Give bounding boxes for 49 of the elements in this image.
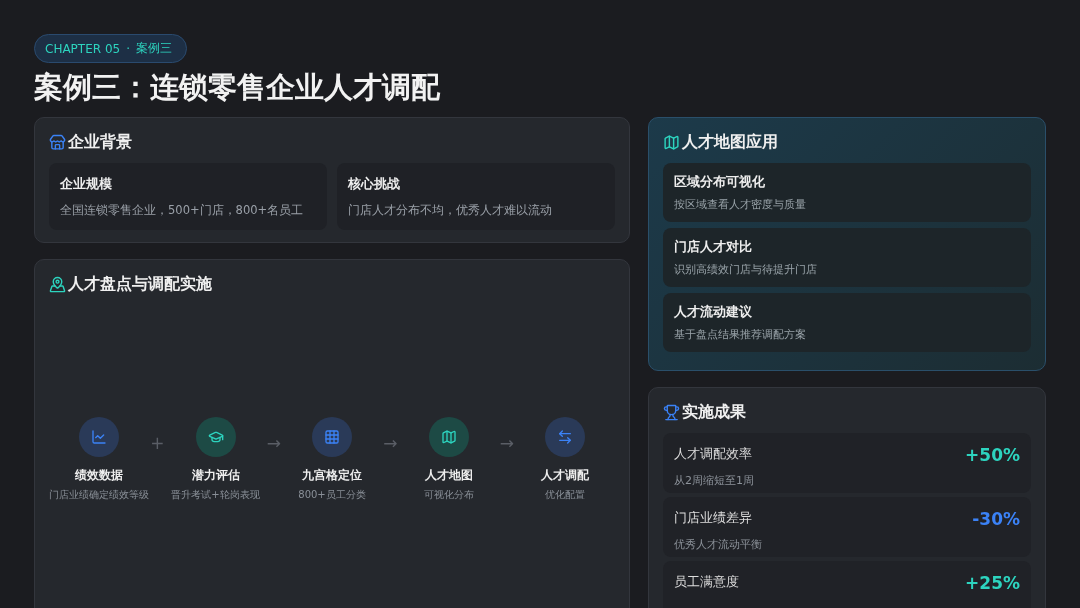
flow-connector: → (383, 433, 398, 453)
card-title: 人才地图应用 (682, 132, 778, 153)
step-text: 门店业绩确定绩效等级 (49, 488, 149, 502)
trophy-icon (663, 404, 680, 421)
store-icon (49, 134, 66, 151)
flow-connector: → (266, 433, 281, 453)
chapter-label: CHAPTER 05 (45, 41, 121, 56)
flow-connector: → (499, 433, 514, 453)
card-title: 企业背景 (68, 132, 132, 153)
map-icon (663, 134, 680, 151)
step-title: 绩效数据 (75, 467, 123, 484)
feature-text: 识别高绩效门店与待提升门店 (674, 262, 818, 277)
step-text: 可视化分布 (423, 488, 474, 502)
tile-title: 核心挑战 (348, 175, 401, 193)
step-text: 800+员工分类 (298, 488, 366, 502)
card-title: 实施成果 (682, 402, 746, 423)
separator-dot: · (126, 41, 130, 56)
result-label: 员工满意度 (674, 573, 739, 591)
step-title: 九宫格定位 (302, 467, 362, 484)
result-note: 优秀人才流动平衡 (674, 537, 762, 552)
feature-title: 门店人才对比 (674, 238, 753, 256)
tile-text: 全国连锁零售企业，500+门店，800+名员工 (60, 203, 305, 218)
step-text: 晋升考试+轮岗表现 (171, 488, 260, 502)
step-title: 人才调配 (541, 467, 589, 484)
grid-icon (324, 429, 340, 445)
result-value: -30% (972, 509, 1020, 529)
result-label: 门店业绩差异 (674, 509, 753, 527)
result-label: 人才调配效率 (674, 445, 753, 463)
feature-text: 按区域查看人才密度与质量 (674, 197, 807, 212)
feature-title: 区域分布可视化 (674, 173, 766, 191)
flow-connector: + (150, 433, 165, 453)
result-value: +25% (965, 573, 1020, 593)
step-text: 优化配置 (545, 488, 585, 502)
map-icon (440, 429, 457, 445)
feature-text: 基于盘点结果推荐调配方案 (674, 327, 807, 342)
result-note: 从2周缩短至1周 (674, 473, 754, 488)
map-pin-icon (49, 276, 66, 293)
swap-arrows-icon (557, 429, 573, 445)
step-title: 人才地图 (424, 467, 473, 484)
tile-title: 企业规模 (60, 175, 113, 193)
feature-title: 人才流动建议 (674, 303, 753, 321)
graduation-cap-icon (207, 429, 224, 445)
chart-icon (91, 429, 107, 445)
step-title: 潜力评估 (191, 467, 240, 484)
card-title: 人才盘点与调配实施 (68, 274, 212, 295)
page-title: 案例三：连锁零售企业人才调配 (34, 69, 441, 105)
tile-text: 门店人才分布不均，优秀人才难以流动 (348, 203, 553, 218)
case-label: 案例三 (136, 40, 172, 57)
result-value: +50% (965, 445, 1020, 465)
